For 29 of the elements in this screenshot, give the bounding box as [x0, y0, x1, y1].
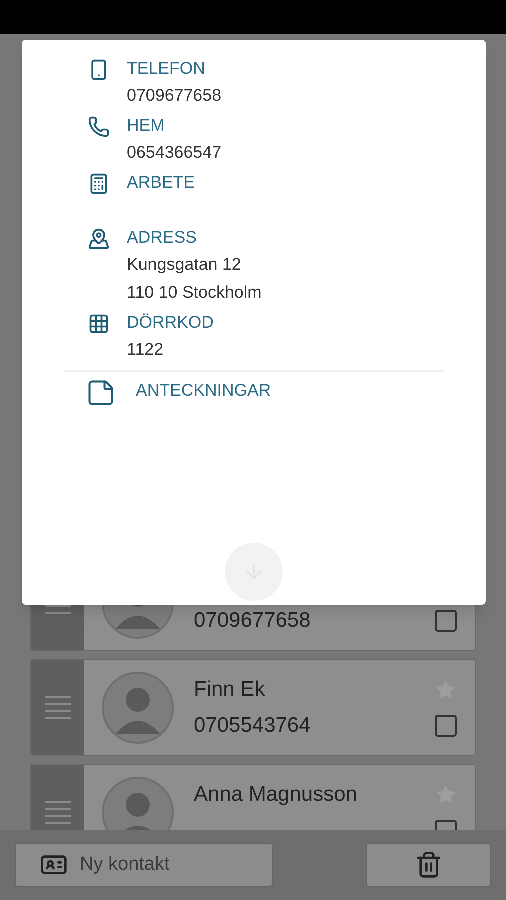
contact-card[interactable]: Anna Magnusson [30, 764, 476, 830]
contact-name: Anna Magnusson [194, 782, 358, 808]
contact-card[interactable]: Finn Ek 0705543764 [30, 659, 476, 756]
map-pin-icon [88, 227, 110, 251]
trash-icon [414, 851, 442, 879]
field-value: 0709677658 [127, 85, 222, 107]
desk-phone-icon [88, 172, 110, 196]
field-label: TELEFON [127, 58, 206, 80]
checkbox[interactable] [435, 610, 457, 632]
contact-phone: 0705543764 [194, 712, 312, 738]
avatar-icon [102, 672, 174, 744]
new-contact-button[interactable]: Ny kontakt [15, 843, 273, 887]
note-icon [86, 378, 116, 408]
field-value: 1122 [127, 339, 165, 361]
field-label: ARBETE [127, 172, 196, 194]
field-value: 0654366547 [127, 142, 222, 164]
contact-name: Finn Ek [194, 676, 266, 702]
contact-phone: 0709677658 [194, 608, 312, 634]
field-label: ADRESS [127, 227, 198, 249]
field-value: Kungsgatan 12 [127, 254, 242, 276]
field-label: HEM [127, 115, 166, 137]
notes-label[interactable]: ANTECKNINGAR [136, 378, 272, 408]
drag-handle[interactable] [31, 660, 84, 755]
delete-button[interactable] [366, 843, 491, 887]
telephone-icon [88, 115, 110, 139]
field-label: DÖRRKOD [127, 312, 214, 334]
checkbox[interactable] [435, 714, 457, 736]
keypad-icon [88, 312, 110, 336]
field-value: 110 10 Stockholm [127, 282, 262, 304]
